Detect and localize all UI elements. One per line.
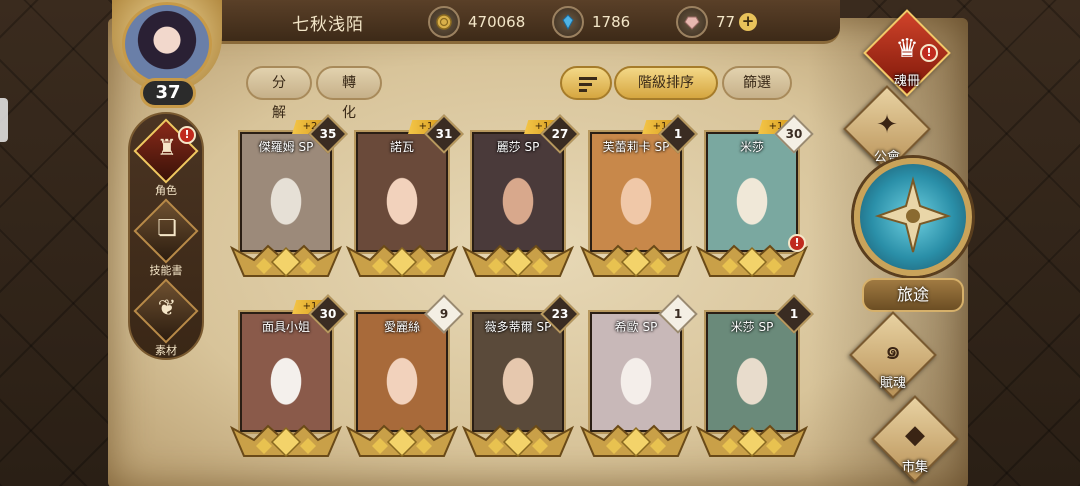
nav-market-label: 市集 [901,460,928,475]
character-card[interactable]: 希歐 SP 1 [579,294,698,466]
filter-button[interactable]: 篩選 [722,66,792,100]
rank-crown-icon [229,424,343,458]
gem-amount: 77 [716,13,736,31]
add-gem-button[interactable]: + [739,13,758,31]
character-card[interactable]: 面具小姐 30 +1 [229,294,348,466]
player-name: 七秋浅陌 [292,15,364,35]
guild-icon: ✦ [876,110,898,140]
side-handle[interactable] [0,98,8,142]
nav-soul-book[interactable]: ♛ 魂冊 ! [862,9,952,97]
character-level: 1 [789,307,799,321]
nav-skill-book-label: 技能書 [149,264,183,277]
soul-helmet-icon: ♛ [895,34,919,64]
crystal-currency: 1786 [552,6,630,38]
character-card[interactable]: 米莎 SP 1 [695,294,814,466]
pink-gem-icon [676,6,708,38]
nav-skill-book[interactable]: ❏ 技能書 [133,198,199,278]
rank-crown-icon [345,244,459,278]
nav-character[interactable]: ♜ 角色 ! [133,118,199,198]
nav-guild[interactable]: ✦ 公會 [842,85,932,173]
card-alert: ! [788,234,806,252]
nav-material-label: 素材 [155,344,177,357]
card-frame: 芙蕾莉卡 SP [590,132,682,252]
character-level: 31 [435,127,453,141]
convert-button[interactable]: 轉化 [316,66,382,121]
nav-market[interactable]: ◆ 市集 [870,395,960,483]
gold-currency: 470068 [428,6,525,38]
character-level: 23 [551,307,569,321]
sort-order-button[interactable] [560,66,612,100]
character-card[interactable]: 諾瓦 31 +1 [345,114,464,286]
talent-swirl-icon: ๑ [884,336,902,366]
character-level: 9 [439,307,449,321]
helmet-icon: ♜ [157,136,177,161]
crystal-amount: 1786 [592,13,631,31]
rank-crown-icon [579,244,693,278]
card-frame: 麗莎 SP [472,132,564,252]
nav-character-alert: ! [178,126,196,144]
card-frame: 面具小姐 [240,312,332,432]
nav-character-label: 角色 [155,184,177,197]
rank-sort-button[interactable]: 階級排序 [614,66,718,100]
rank-crown-icon [229,244,343,278]
gem-icon: ◆ [905,420,925,450]
rank-crown-icon [461,424,575,458]
nav-talent-label: 賦魂 [879,376,906,391]
character-level: 35 [319,127,337,141]
card-frame: 薇多蒂爾 SP [472,312,564,432]
skill-book-icon: ❏ [157,216,177,241]
character-level: 30 [319,307,337,321]
journey-emblem-icon [874,176,952,253]
character-level: 30 [785,127,803,141]
soul-book-alert: ! [920,44,938,62]
card-frame: 愛麗絲 [356,312,448,432]
gold-amount: 470068 [468,13,526,31]
nav-material[interactable]: ❦ 素材 [133,278,199,358]
blue-crystal-icon [552,6,584,38]
sort-icon [579,77,597,95]
card-frame: 希歐 SP [590,312,682,432]
material-icon: ❦ [157,296,177,321]
avatar[interactable] [122,2,212,86]
player-level: 37 [140,78,196,108]
decompose-button[interactable]: 分解 [246,66,312,121]
character-level: 1 [673,307,683,321]
nav-soul-book-label: 魂冊 [893,74,920,89]
character-card[interactable]: 芙蕾莉卡 SP 1 +1 [579,114,698,286]
character-card[interactable]: 傑羅姆 SP 35 +2 [229,114,348,286]
rank-crown-icon [345,424,459,458]
character-card[interactable]: 薇多蒂爾 SP 23 [461,294,580,466]
card-frame: 諾瓦 [356,132,448,252]
character-card[interactable]: 米莎 30 +1! [695,114,814,286]
gold-coin-icon [428,6,460,38]
character-card[interactable]: 愛麗絲 9 [345,294,464,466]
card-frame: 米莎 [706,132,798,252]
character-level: 1 [673,127,683,141]
rank-crown-icon [695,424,809,458]
card-frame: 米莎 SP [706,312,798,432]
rank-crown-icon [461,244,575,278]
character-level: 27 [551,127,569,141]
nav-journey-label: 旅途 [862,278,964,312]
character-card[interactable]: 麗莎 SP 27 +1 [461,114,580,286]
rank-crown-icon [579,424,693,458]
nav-talent[interactable]: ๑ 賦魂 [848,311,938,399]
gem-currency: 77 + [676,6,758,38]
card-frame: 傑羅姆 SP [240,132,332,252]
nav-journey[interactable]: 旅途 [852,158,974,318]
